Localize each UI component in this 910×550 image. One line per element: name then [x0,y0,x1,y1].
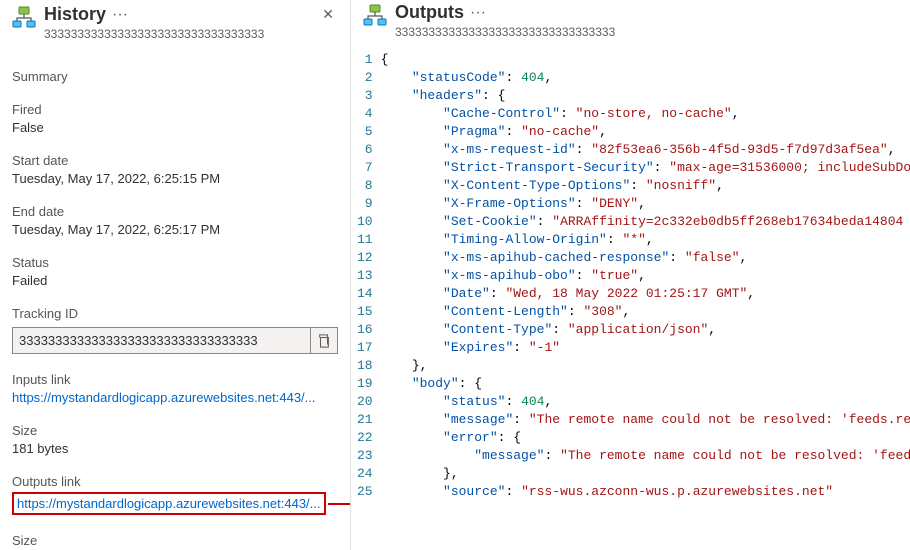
history-header: History ··· 3333333333333333333333333333… [12,2,338,51]
outputs-subtitle: 333333333333333333333333333333333 [395,25,615,39]
flow-icon [12,6,36,30]
history-title: History [44,4,106,25]
outputs-link-label: Outputs link [12,474,338,489]
json-editor[interactable]: 1234567891011121314151617181920212223242… [351,49,910,550]
summary-heading: Summary [12,69,338,84]
inputs-link-label: Inputs link [12,372,338,387]
inputs-size-label: Size [12,423,338,438]
inputs-size-value: 181 bytes [12,441,338,456]
outputs-link-highlight: https://mystandardlogicapp.azurewebsites… [12,492,326,515]
code-body[interactable]: { "statusCode": 404, "headers": { "Cache… [381,49,910,550]
outputs-panel: Outputs ··· 3333333333333333333333333333… [350,0,910,550]
outputs-header: Outputs ··· 3333333333333333333333333333… [351,0,910,49]
end-date-value: Tuesday, May 17, 2022, 6:25:17 PM [12,222,338,237]
annotation-arrow-icon [328,497,350,511]
status-label: Status [12,255,338,270]
copy-button[interactable] [311,327,338,354]
outputs-size-label: Size [12,533,338,548]
fired-value: False [12,120,338,135]
tracking-id-input[interactable] [12,327,311,354]
outputs-link[interactable]: https://mystandardlogicapp.azurewebsites… [17,496,321,511]
outputs-more-button[interactable]: ··· [470,4,486,22]
line-gutter: 1234567891011121314151617181920212223242… [351,49,381,550]
flow-icon [363,4,387,28]
close-icon[interactable]: ✕ [318,2,338,27]
end-date-label: End date [12,204,338,219]
inputs-link[interactable]: https://mystandardlogicapp.azurewebsites… [12,390,316,405]
history-panel: History ··· 3333333333333333333333333333… [0,0,350,550]
fired-label: Fired [12,102,338,117]
outputs-title: Outputs [395,2,464,23]
history-more-button[interactable]: ··· [112,6,128,24]
status-value: Failed [12,273,338,288]
start-date-value: Tuesday, May 17, 2022, 6:25:15 PM [12,171,338,186]
history-subtitle: 333333333333333333333333333333333 [44,27,264,41]
tracking-id-label: Tracking ID [12,306,338,321]
start-date-label: Start date [12,153,338,168]
copy-icon [317,334,331,348]
